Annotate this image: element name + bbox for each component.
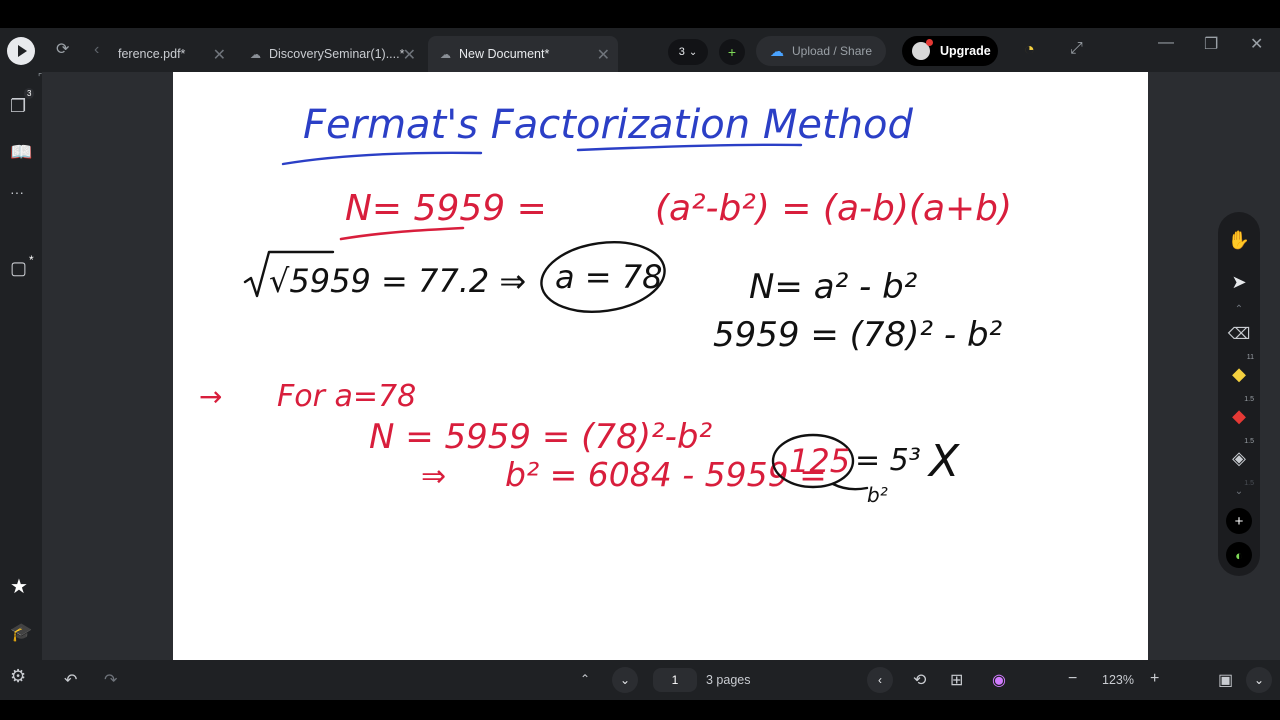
left-sidebar: ⌜ ❐ 3 📖 ··· ▢ * ★ 🎓 ⚙ — [0, 72, 42, 700]
document-page[interactable]: Fermat's Factorization Method N= 5959 = … — [173, 72, 1148, 660]
highlighter-size: 11 — [1246, 354, 1254, 361]
grid-view-icon[interactable]: ⊞ — [950, 670, 963, 690]
star-icon[interactable]: ★ — [10, 574, 28, 599]
new-note-icon[interactable]: ▢ — [10, 258, 27, 279]
tab-reference[interactable]: ference.pdf* ✕ — [108, 36, 234, 72]
eq5: For a=78 — [277, 379, 416, 414]
add-tool-button[interactable]: + — [1226, 508, 1252, 534]
upload-share-label: Upload / Share — [792, 44, 873, 58]
undo-icon[interactable]: ↶ — [64, 670, 77, 690]
pages-count-badge: 3 — [24, 88, 35, 99]
chevron-up-icon[interactable]: ⌃ — [1218, 304, 1260, 315]
arrow-marker: → — [199, 380, 222, 413]
highlighter-icon[interactable]: ◆ — [1218, 364, 1260, 385]
eq7-note-arrow — [831, 482, 869, 491]
eq4: 5959 = (78)² - b² — [713, 315, 1003, 355]
ai-assistant-icon[interactable]: ◉ — [992, 670, 1006, 690]
chevron-up-icon[interactable]: ⌃ — [580, 672, 590, 686]
lasso-size: 1.5 — [1244, 438, 1254, 445]
cloud-off-icon: ☁ — [250, 48, 261, 61]
eq7-note: b² — [867, 483, 888, 507]
upgrade-label: Upgrade — [940, 44, 991, 58]
pages-panel-icon[interactable]: ❐ — [10, 96, 26, 117]
avatar — [912, 39, 933, 60]
lasso-pen-icon[interactable]: ◈ — [1218, 448, 1260, 469]
more-menu-button[interactable]: ⌄ — [1246, 667, 1272, 693]
cloud-sync-icon[interactable]: ⟳ — [56, 42, 69, 58]
eq3: N= a² - b² — [749, 267, 918, 307]
page-selector-value: 3 — [678, 46, 685, 58]
ink-to-shape-icon[interactable]: ◐ — [1226, 542, 1252, 568]
tab-discovery-seminar[interactable]: ☁ DiscoverySeminar(1)....* ✕ — [238, 36, 424, 72]
add-page-button[interactable]: + — [719, 39, 745, 65]
redo-icon[interactable]: ↷ — [104, 670, 117, 690]
hand-tool-icon[interactable]: ✋ — [1218, 230, 1260, 251]
tab-label: DiscoverySeminar(1)....* — [269, 47, 405, 61]
title-underline-1 — [281, 151, 483, 166]
restore-icon[interactable]: ❐ — [1204, 34, 1218, 54]
previous-page-button[interactable]: ‹ — [867, 667, 893, 693]
zoom-level[interactable]: 123% — [1102, 673, 1134, 687]
tab-scroll-left-icon[interactable]: ‹ — [94, 42, 99, 58]
eq2: √5959 = 77.2 ⇒ — [269, 262, 526, 300]
upload-share-button[interactable]: ☁ Upload / Share — [756, 36, 886, 66]
eq6: N = 5959 = (78)²-b² — [369, 417, 712, 457]
close-window-icon[interactable]: ✕ — [1250, 34, 1263, 54]
eraser-icon[interactable]: ⌫ — [1218, 324, 1260, 344]
select-pointer-icon[interactable]: ➤ — [1218, 272, 1260, 293]
chevron-down-icon: ⌄ — [688, 46, 698, 58]
more-options-icon[interactable]: ··· — [10, 184, 24, 200]
zoom-out-icon[interactable]: − — [1068, 670, 1077, 688]
cross-mark: X — [927, 436, 960, 487]
eq1-right: (a²-b²) = (a-b)(a+b) — [655, 188, 1012, 229]
book-icon[interactable]: 📖 — [10, 142, 32, 163]
tab-label: ference.pdf* — [118, 47, 186, 61]
notes-title: Fermat's Factorization Method — [303, 102, 913, 148]
page-layout-icon[interactable]: ▣ — [1218, 670, 1233, 690]
pen-tools-panel: ✋ ➤ ⌃ ⌫ 11 ◆ 1.5 ◆ 1.5 ◈ 1.5 ⌄ + ◐ — [1218, 212, 1260, 576]
upgrade-button[interactable]: Upgrade — [902, 36, 998, 66]
close-icon[interactable]: ✕ — [213, 45, 226, 65]
rotate-icon[interactable]: ⟲ — [913, 670, 926, 690]
red-pen-icon[interactable]: ◆ — [1218, 406, 1260, 427]
page-down-button[interactable]: ⌄ — [612, 667, 638, 693]
new-badge: * — [29, 253, 34, 267]
tab-new-document[interactable]: ☁ New Document* ✕ — [428, 36, 618, 72]
pen-size: 1.5 — [1244, 396, 1254, 403]
page-selector-dropdown[interactable]: 3 ⌄ — [668, 39, 708, 65]
chevron-down-icon: ⌄ — [619, 673, 631, 687]
eq1-underline — [339, 226, 465, 241]
chevron-down-icon: ⌄ — [1253, 673, 1265, 687]
cloud-off-icon: ☁ — [440, 48, 451, 61]
eq1-left: N= 5959 = — [345, 188, 547, 229]
handwriting-layer: Fermat's Factorization Method N= 5959 = … — [199, 102, 1012, 507]
total-pages-label: 3 pages — [706, 673, 751, 687]
bottom-toolbar: ↶ ↷ ⌃ ⌄ 1 3 pages ‹ ⟲ ⊞ ◉ − 123% + ▣ ⌄ — [42, 660, 1280, 700]
settings-gear-icon[interactable]: ⚙ — [10, 666, 26, 687]
zoom-in-icon[interactable]: + — [1150, 670, 1159, 688]
eq7-tail: = 5³ — [855, 443, 921, 478]
title-bar: ⟳ ‹ ference.pdf* ✕ ☁ DiscoverySeminar(1)… — [0, 28, 1280, 72]
tab-label: New Document* — [459, 47, 550, 61]
chevron-left-icon: ‹ — [878, 673, 882, 687]
eq2-circled: a = 78 — [555, 258, 662, 296]
add-shape-icon[interactable]: ◔ — [1024, 40, 1035, 58]
eq7-arrow: ⇒ — [421, 459, 446, 494]
cloud-upload-icon: ☁ — [770, 42, 784, 59]
close-icon[interactable]: ✕ — [403, 45, 416, 65]
eq7-circled: 125 — [789, 442, 850, 480]
current-page-field[interactable]: 1 — [653, 668, 697, 692]
graduation-cap-icon[interactable]: 🎓 — [10, 622, 32, 643]
close-icon[interactable]: ✕ — [597, 45, 610, 65]
fullscreen-icon[interactable]: ⤢ — [1070, 41, 1083, 57]
chevron-down-icon[interactable]: ⌄ — [1218, 486, 1260, 497]
minimize-icon[interactable]: — — [1158, 34, 1174, 52]
app-logo-icon[interactable] — [7, 37, 35, 65]
